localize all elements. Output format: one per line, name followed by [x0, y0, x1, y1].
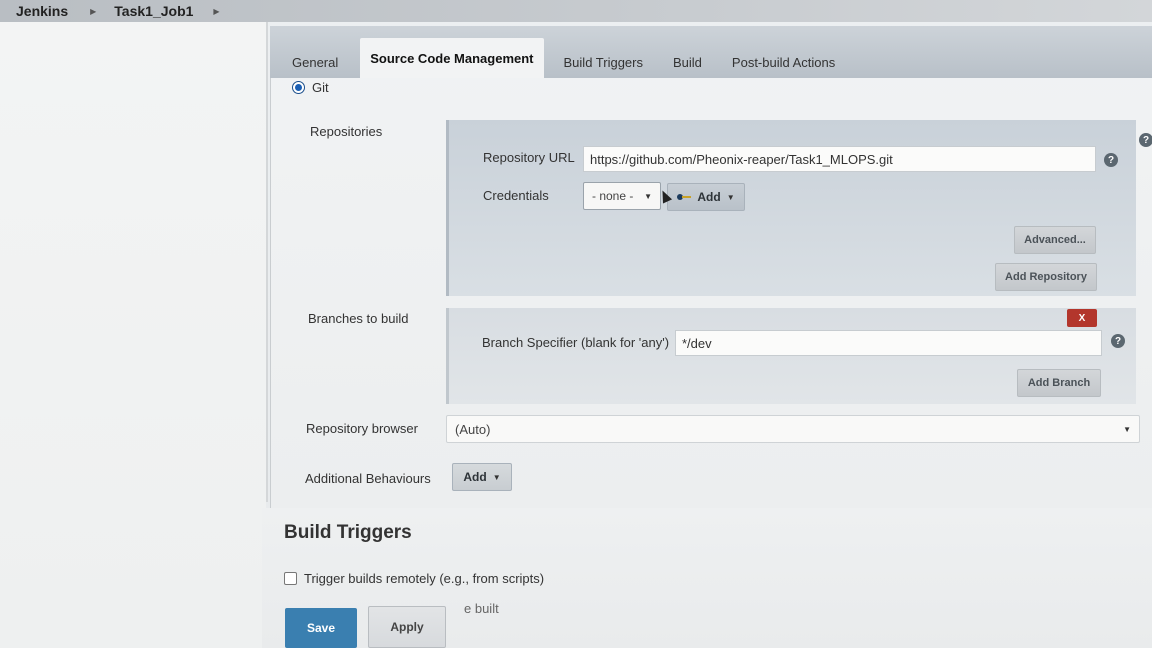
git-label: Git — [312, 80, 329, 95]
breadcrumb-job-link[interactable]: Task1_Job1 — [114, 3, 193, 19]
tab-general[interactable]: General — [270, 46, 354, 78]
config-tabs: General Source Code Management Build Tri… — [270, 26, 1152, 78]
repository-browser-select[interactable]: (Auto) ▼ — [446, 415, 1140, 443]
delete-branch-button[interactable]: X — [1067, 309, 1097, 327]
chevron-down-icon: ▼ — [726, 192, 735, 202]
tab-build[interactable]: Build — [659, 46, 718, 78]
add-behaviour-button[interactable]: Add ▼ — [452, 463, 512, 491]
save-button[interactable]: Save — [285, 608, 357, 648]
breadcrumb: Jenkins ▶ Task1_Job1 ▶ — [0, 0, 1152, 22]
repository-browser-value: (Auto) — [455, 421, 491, 437]
tab-source-code-management[interactable]: Source Code Management — [360, 38, 544, 78]
add-repository-button[interactable]: Add Repository — [995, 263, 1097, 291]
tab-build-triggers[interactable]: Build Triggers — [550, 46, 659, 78]
scm-git-option[interactable]: Git — [292, 80, 329, 95]
repository-url-value: https://github.com/Pheonix-reaper/Task1_… — [590, 151, 893, 167]
advanced-button[interactable]: Advanced... — [1014, 226, 1096, 254]
add-credentials-label: Add — [697, 190, 721, 204]
help-icon[interactable]: ? — [1111, 334, 1125, 348]
help-icon[interactable]: ? — [1104, 153, 1118, 167]
chevron-down-icon: ▼ — [1123, 424, 1131, 434]
add-behaviour-label: Add — [463, 470, 487, 484]
tab-post-build-actions[interactable]: Post-build Actions — [718, 46, 851, 78]
help-icon[interactable]: ? — [1139, 133, 1152, 147]
add-credentials-button[interactable]: Add ▼ — [667, 183, 745, 211]
branch-specifier-value: */dev — [682, 335, 712, 351]
credentials-value: - none - — [592, 189, 634, 203]
repository-url-label: Repository URL — [483, 150, 575, 165]
repositories-label: Repositories — [310, 124, 383, 139]
trigger-remote-label: Trigger builds remotely (e.g., from scri… — [304, 571, 545, 586]
branches-to-build-label: Branches to build — [308, 311, 409, 326]
apply-button[interactable]: Apply — [368, 606, 446, 648]
chevron-down-icon: ▼ — [492, 472, 501, 482]
breadcrumb-jenkins-link[interactable]: Jenkins — [16, 3, 68, 19]
trigger-remote-checkbox[interactable] — [284, 572, 297, 585]
key-icon — [677, 194, 692, 200]
sidebar — [0, 22, 266, 648]
chevron-right-icon[interactable]: ▶ — [90, 7, 96, 16]
credentials-label: Credentials — [483, 188, 549, 203]
partial-option-label: e built — [464, 601, 499, 616]
branch-specifier-input[interactable]: */dev — [675, 330, 1102, 356]
repository-url-input[interactable]: https://github.com/Pheonix-reaper/Task1_… — [583, 146, 1096, 172]
sidebar-divider — [266, 22, 268, 502]
chevron-down-icon: ▼ — [644, 191, 652, 201]
credentials-select[interactable]: - none - ▼ — [583, 182, 661, 210]
additional-behaviours-label: Additional Behaviours — [305, 471, 431, 486]
repository-browser-label: Repository browser — [306, 421, 418, 436]
git-radio[interactable] — [292, 81, 305, 94]
add-branch-button[interactable]: Add Branch — [1017, 369, 1101, 397]
branch-specifier-label: Branch Specifier (blank for 'any') — [482, 335, 670, 350]
chevron-right-icon[interactable]: ▶ — [213, 7, 219, 16]
build-triggers-heading: Build Triggers — [284, 522, 412, 543]
